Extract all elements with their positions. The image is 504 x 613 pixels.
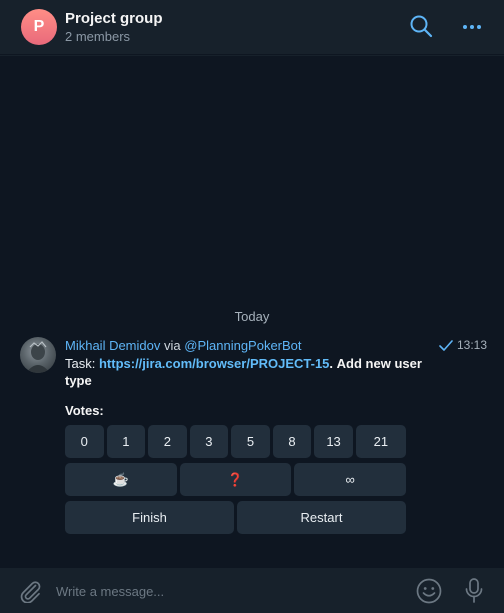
bot-username[interactable]: @PlanningPokerBot xyxy=(184,338,301,353)
votes-label: Votes: xyxy=(65,403,104,418)
check-icon xyxy=(439,339,453,351)
more-icon[interactable] xyxy=(461,17,483,37)
message-list[interactable]: Today Mikhail Demidov via @PlanningPoker… xyxy=(0,56,504,568)
vote-button-13[interactable]: 13 xyxy=(314,425,353,458)
restart-button[interactable]: Restart xyxy=(237,501,406,534)
vote-button-8[interactable]: 8 xyxy=(272,425,312,458)
vote-button-2[interactable]: 2 xyxy=(148,425,187,458)
group-avatar[interactable]: P xyxy=(21,9,57,45)
unknown-vote-button[interactable]: ❓ xyxy=(179,463,292,496)
chat-header: P Project group 2 members xyxy=(0,0,504,55)
paperclip-icon[interactable] xyxy=(18,579,42,603)
sender-name[interactable]: Mikhail Demidov xyxy=(65,338,160,353)
task-suffix: . xyxy=(329,356,334,371)
sender-avatar[interactable] xyxy=(20,337,56,373)
vote-button-21[interactable]: 21 xyxy=(355,425,406,458)
chat-title[interactable]: Project group xyxy=(65,10,163,27)
emoji-icon[interactable] xyxy=(416,578,442,604)
finish-button[interactable]: Finish xyxy=(65,501,234,534)
message-composer xyxy=(0,568,504,613)
infinity-vote-button[interactable]: ∞ xyxy=(294,463,407,496)
task-label: Task: xyxy=(65,356,96,371)
coffee-break-button[interactable]: ☕ xyxy=(65,463,177,496)
vote-button-0[interactable]: 0 xyxy=(65,425,104,458)
vote-button-5[interactable]: 5 xyxy=(231,425,270,458)
message-text: Task: https://jira.com/browser/PROJECT-1… xyxy=(65,355,425,389)
via-label: via xyxy=(164,338,181,353)
inline-keyboard-row-special: ☕ ❓ ∞ xyxy=(65,463,407,496)
message-input[interactable] xyxy=(56,579,396,603)
member-count: 2 members xyxy=(65,29,131,44)
vote-button-1[interactable]: 1 xyxy=(106,425,146,458)
message-header: Mikhail Demidov via @PlanningPokerBot xyxy=(65,338,302,353)
task-link[interactable]: https://jira.com/browser/PROJECT-15 xyxy=(99,356,329,371)
inline-keyboard-row-votes: 0 1 2 3 5 8 13 21 xyxy=(65,425,406,458)
date-separator: Today xyxy=(234,309,270,324)
vote-button-3[interactable]: 3 xyxy=(189,425,229,458)
message-time: 13:13 xyxy=(439,338,487,352)
time-label: 13:13 xyxy=(457,338,488,352)
inline-keyboard-row-actions: Finish Restart xyxy=(65,501,406,534)
microphone-icon[interactable] xyxy=(464,577,484,605)
search-icon[interactable] xyxy=(409,14,433,38)
